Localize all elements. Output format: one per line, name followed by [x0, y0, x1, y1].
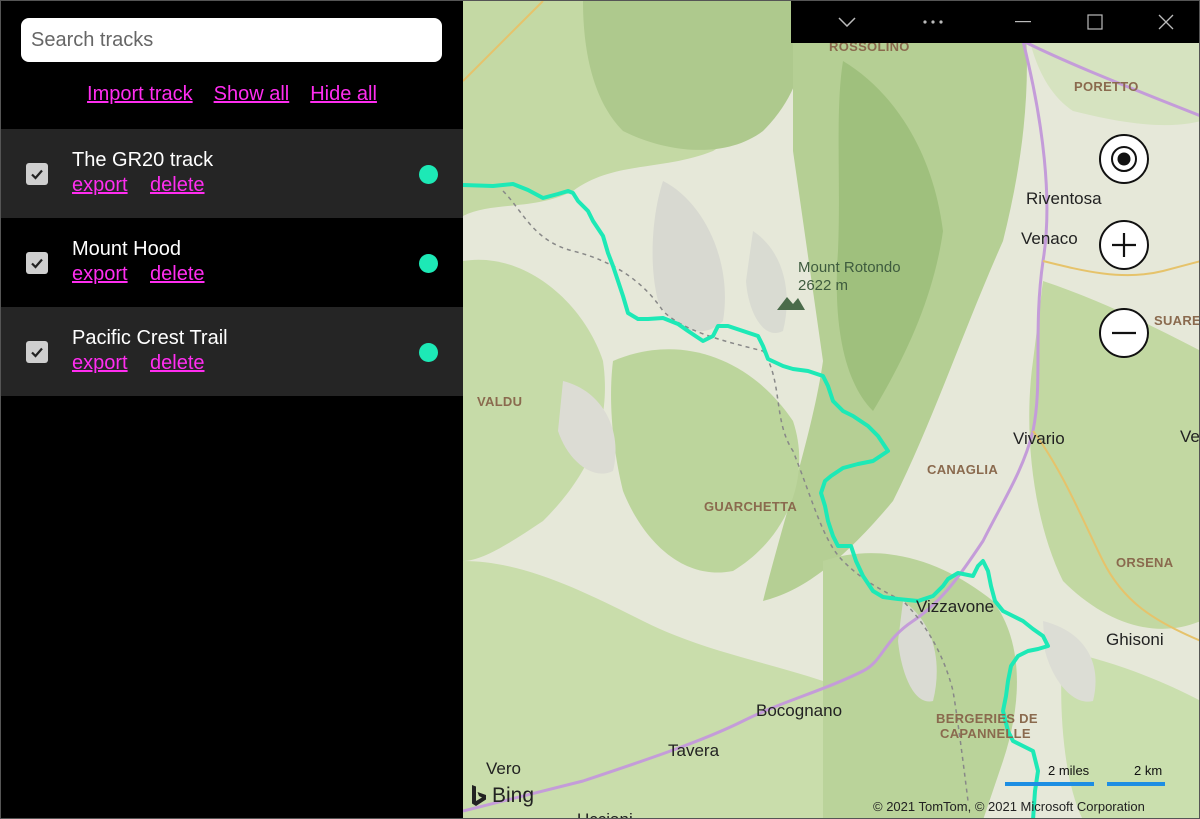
- delete-link[interactable]: delete: [150, 263, 205, 286]
- checkmark-icon: [31, 169, 43, 180]
- place-label: Tavera: [668, 741, 720, 760]
- track-color-swatch[interactable]: [419, 343, 438, 362]
- minimize-icon: [1015, 21, 1031, 23]
- delete-link[interactable]: delete: [150, 352, 205, 375]
- peak-name: Mount Rotondo: [798, 259, 901, 276]
- export-link[interactable]: export: [72, 352, 128, 375]
- app-window: Import track Show all Hide all The GR20 …: [0, 0, 1200, 819]
- place-label: Ve: [1180, 427, 1200, 446]
- region-label: CAPANNELLE: [940, 726, 1031, 741]
- track-visibility-checkbox[interactable]: [26, 163, 48, 185]
- track-item[interactable]: Mount Hood export delete: [1, 218, 463, 307]
- maximize-icon: [1087, 14, 1103, 30]
- map-view[interactable]: ROSSOLINO PORETTO SUARELL VALDU CANAGLIA…: [463, 1, 1200, 818]
- track-item[interactable]: The GR20 track export delete: [1, 129, 463, 218]
- search-box[interactable]: [21, 18, 442, 62]
- region-label: CANAGLIA: [927, 462, 999, 477]
- peak-label: Mount Rotondo 2622 m: [798, 259, 901, 295]
- track-name: The GR20 track: [72, 149, 214, 171]
- bing-icon: [472, 785, 486, 806]
- minimize-button[interactable]: [993, 1, 1053, 43]
- place-label: Ghisoni: [1106, 630, 1164, 649]
- window-titlebar: [791, 1, 1199, 43]
- scale-miles-bar: [1005, 782, 1094, 786]
- zoom-out-button[interactable]: [1099, 308, 1149, 358]
- track-item[interactable]: Pacific Crest Trail export delete: [1, 307, 463, 396]
- bing-logo: Bing: [470, 784, 534, 808]
- track-sidebar: Import track Show all Hide all The GR20 …: [1, 1, 463, 818]
- plus-icon: [1112, 233, 1136, 257]
- scale-km-label: 2 km: [1134, 763, 1163, 778]
- scale-miles-label: 2 miles: [1048, 763, 1090, 778]
- track-visibility-checkbox[interactable]: [26, 252, 48, 274]
- show-all-link[interactable]: Show all: [214, 83, 290, 106]
- export-link[interactable]: export: [72, 263, 128, 286]
- more-icon: [923, 20, 943, 24]
- bing-wordmark: Bing: [492, 784, 535, 807]
- track-name: Pacific Crest Trail: [72, 327, 228, 349]
- import-track-link[interactable]: Import track: [87, 83, 193, 106]
- maximize-button[interactable]: [1065, 1, 1125, 43]
- chevron-down-icon: [838, 17, 856, 27]
- region-label: BERGERIES DE: [936, 711, 1038, 726]
- place-label: Vivario: [1013, 429, 1065, 448]
- locate-me-button[interactable]: [1099, 134, 1149, 184]
- delete-link[interactable]: delete: [150, 174, 205, 197]
- region-label: GUARCHETTA: [704, 499, 798, 514]
- close-button[interactable]: [1136, 1, 1196, 43]
- scale-km-bar: [1107, 782, 1165, 786]
- region-label: PORETTO: [1074, 79, 1139, 94]
- checkmark-icon: [31, 258, 43, 269]
- place-label: Venaco: [1021, 229, 1078, 248]
- track-color-swatch[interactable]: [419, 165, 438, 184]
- locate-icon: [1111, 146, 1137, 172]
- peak-elevation: 2622 m: [798, 277, 849, 294]
- track-name: Mount Hood: [72, 238, 181, 260]
- place-label: Vero: [486, 759, 521, 778]
- map-terrain: [463, 1, 1199, 818]
- place-label: Vizzavone: [916, 597, 995, 616]
- track-color-swatch[interactable]: [419, 254, 438, 273]
- place-label: Ucciani: [577, 810, 633, 818]
- export-link[interactable]: export: [72, 174, 128, 197]
- checkmark-icon: [31, 347, 43, 358]
- dropdown-button[interactable]: [817, 1, 877, 43]
- hide-all-link[interactable]: Hide all: [310, 83, 377, 106]
- more-options-button[interactable]: [903, 1, 963, 43]
- search-input[interactable]: [21, 18, 442, 62]
- place-label: Bocognano: [756, 701, 843, 720]
- region-label: VALDU: [477, 394, 523, 409]
- zoom-in-button[interactable]: [1099, 220, 1149, 270]
- close-icon: [1158, 14, 1174, 30]
- region-label: SUARELL: [1154, 313, 1200, 328]
- region-label: ORSENA: [1116, 555, 1174, 570]
- minus-icon: [1112, 331, 1136, 335]
- track-visibility-checkbox[interactable]: [26, 341, 48, 363]
- map-attribution: © 2021 TomTom, © 2021 Microsoft Corporat…: [873, 799, 1145, 814]
- track-actions: Import track Show all Hide all: [1, 83, 463, 106]
- place-label: Riventosa: [1026, 189, 1102, 208]
